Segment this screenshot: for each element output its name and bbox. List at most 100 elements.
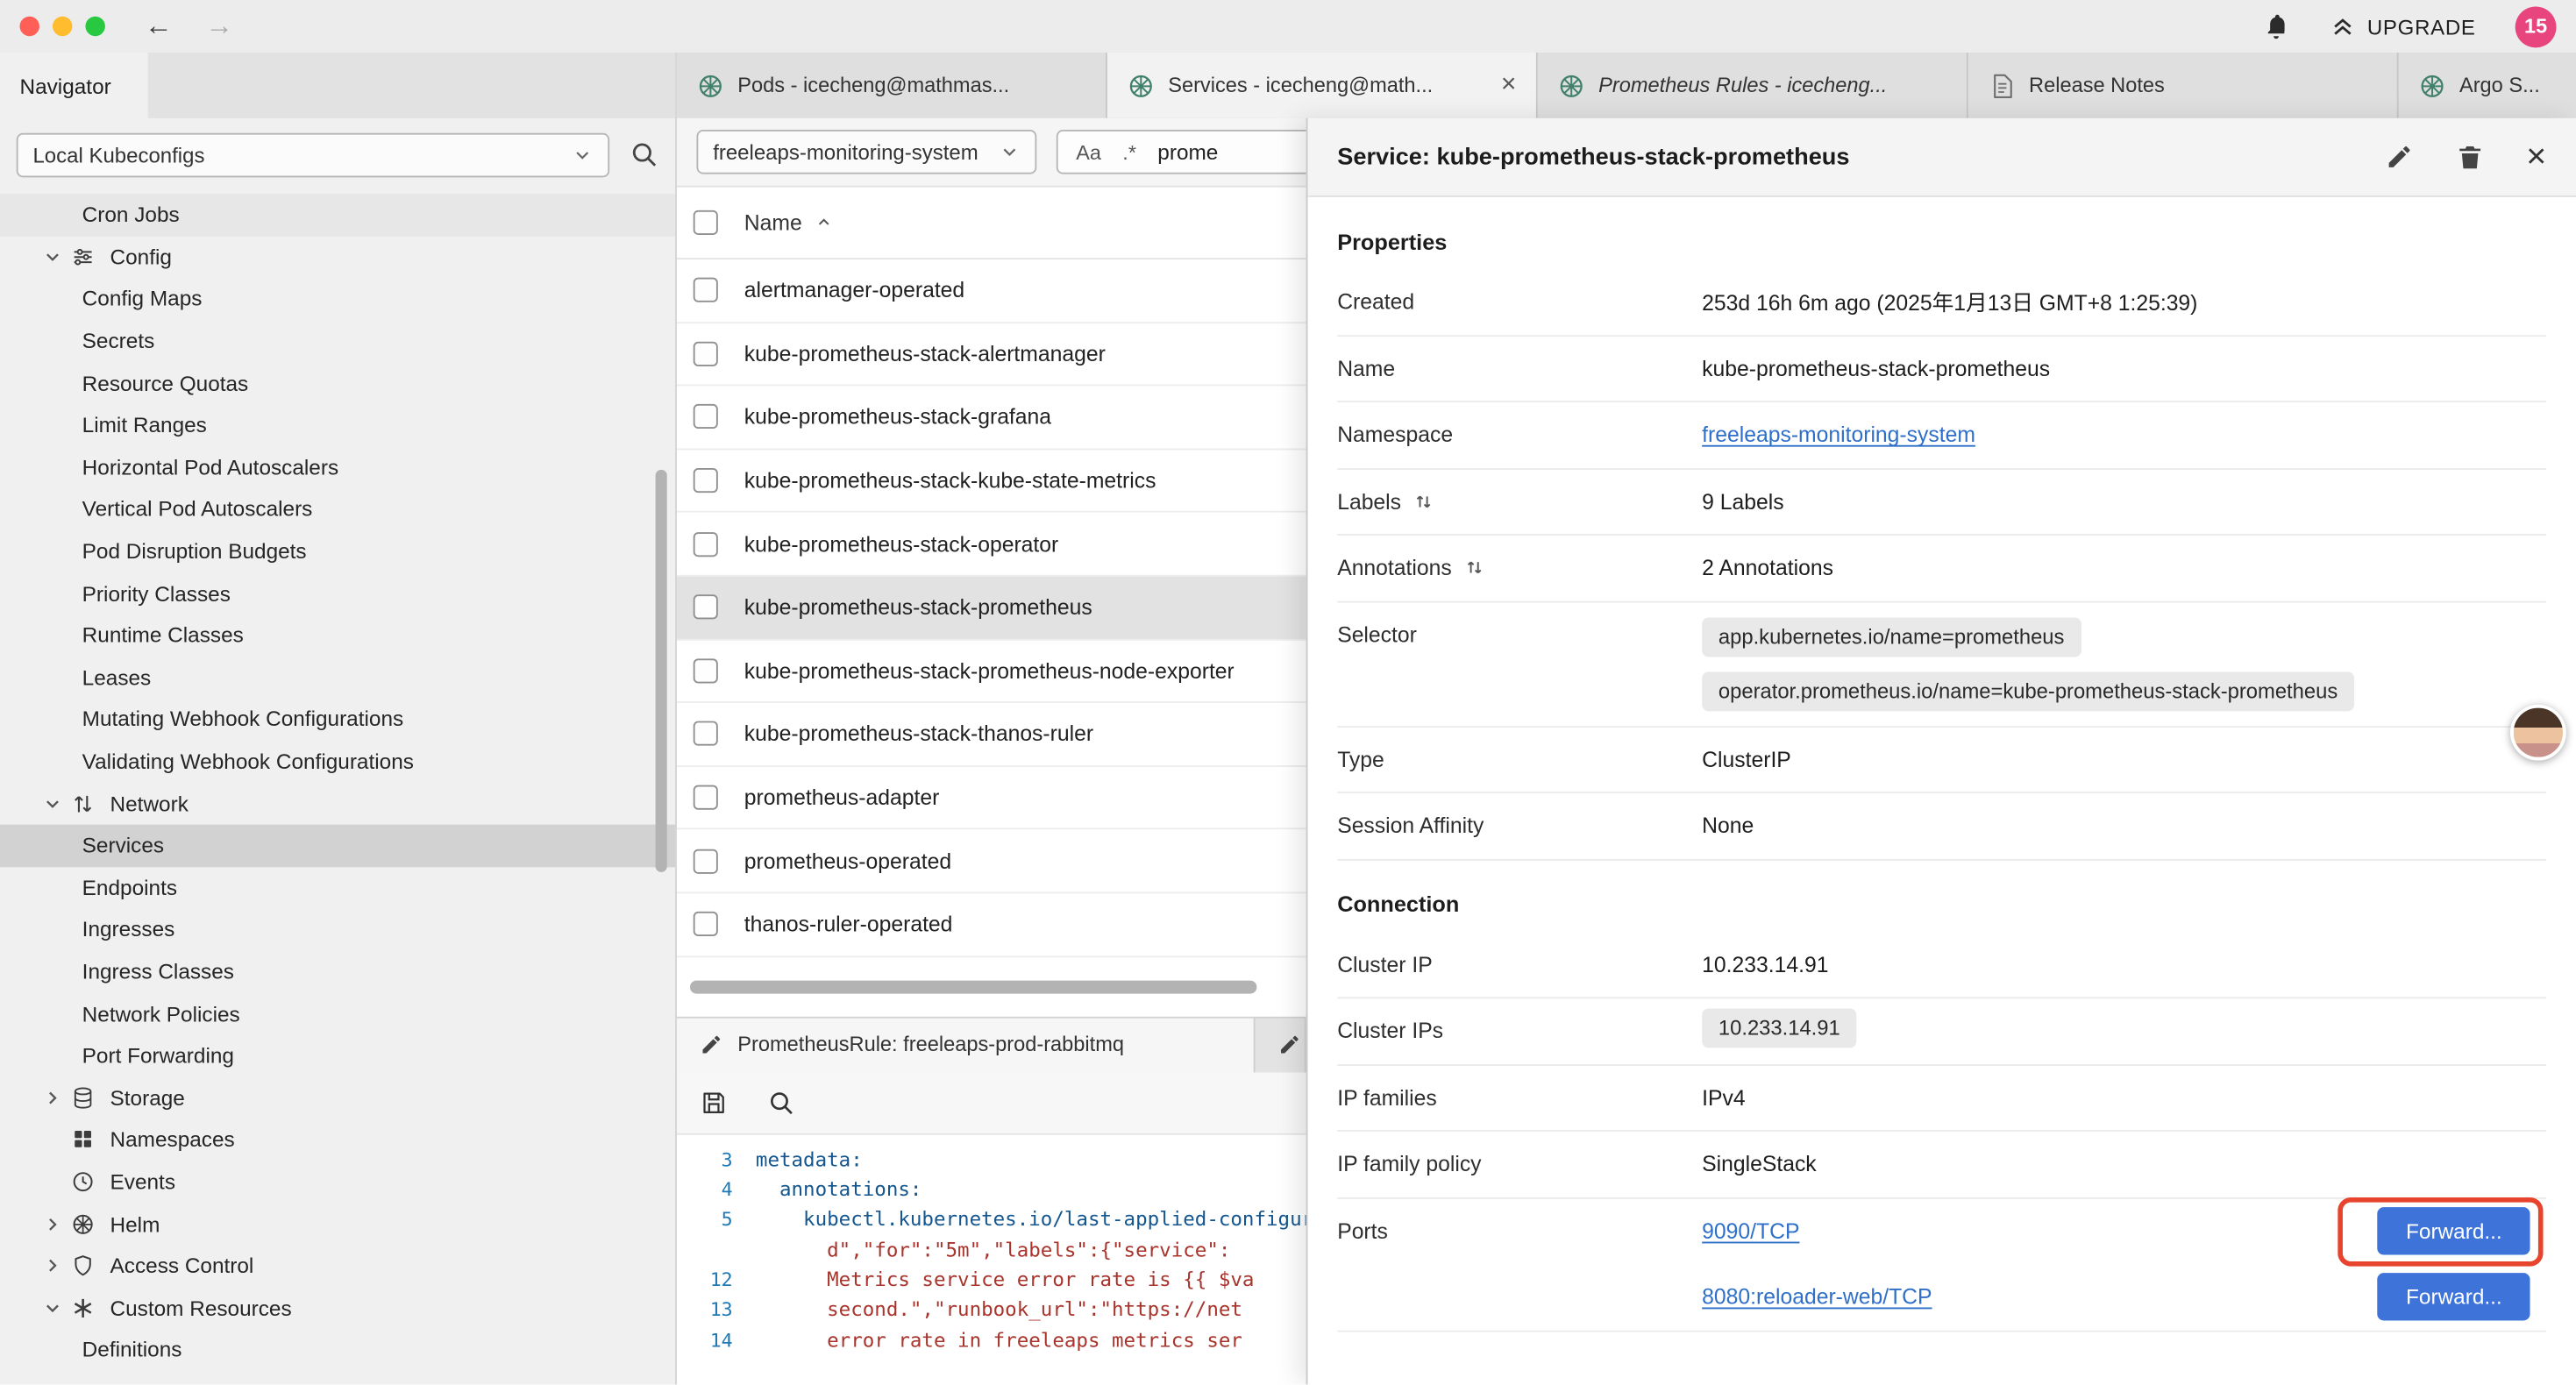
table-row-prometheus-adapter[interactable]: prometheus-adapter [677, 767, 1306, 830]
port-link[interactable]: 8080:reloader-web/TCP [1702, 1284, 1932, 1309]
sidebar-item-horizontal-pod-autoscalers[interactable]: Horizontal Pod Autoscalers [0, 446, 675, 488]
sidebar-item-port-forwarding[interactable]: Port Forwarding [0, 1034, 675, 1076]
search-input[interactable]: Aa .* prome [1057, 130, 1306, 174]
chevron-down-icon[interactable] [39, 792, 66, 813]
sidebar-item-endpoints[interactable]: Endpoints [0, 866, 675, 908]
table-row-kube-prometheus-stack-thanos-ruler[interactable]: kube-prometheus-stack-thanos-ruler [677, 703, 1306, 766]
table-row-kube-prometheus-stack-operator[interactable]: kube-prometheus-stack-operator [677, 513, 1306, 576]
chevron-down-icon[interactable] [39, 1297, 66, 1318]
row-checkbox[interactable] [694, 342, 718, 366]
sidebar-item-namespaces[interactable]: Namespaces [0, 1119, 675, 1161]
regex-toggle[interactable]: .* [1122, 140, 1136, 163]
close-icon[interactable]: × [2526, 139, 2546, 174]
tab-services-icecheng-math[interactable]: Services - icecheng@math...× [1107, 53, 1538, 118]
sidebar-item-priority-classes[interactable]: Priority Classes [0, 572, 675, 614]
chevron-right-icon[interactable] [39, 1213, 66, 1234]
dock-tab-2[interactable] [1256, 1018, 1306, 1072]
sidebar-item-access-control[interactable]: Access Control [0, 1245, 675, 1287]
table-row-kube-prometheus-stack-grafana[interactable]: kube-prometheus-stack-grafana [677, 387, 1306, 450]
tab-release-notes[interactable]: Release Notes [1968, 53, 2399, 118]
table-row-kube-prometheus-stack-kube-state-metrics[interactable]: kube-prometheus-stack-kube-state-metrics [677, 450, 1306, 513]
sidebar-item-limit-ranges[interactable]: Limit Ranges [0, 404, 675, 446]
save-icon[interactable] [700, 1088, 728, 1116]
sidebar-item-leases[interactable]: Leases [0, 657, 675, 699]
sidebar-item-custom-resources[interactable]: Custom Resources [0, 1287, 675, 1329]
tab-argo-s[interactable]: Argo S... [2399, 53, 2576, 118]
upgrade-button[interactable]: UPGRADE [2330, 13, 2476, 39]
row-checkbox[interactable] [694, 658, 718, 683]
zoom-window-button[interactable] [85, 17, 104, 36]
notification-badge[interactable]: 15 [2516, 6, 2557, 47]
minimize-window-button[interactable] [53, 17, 72, 36]
table-row-thanos-ruler-operated[interactable]: thanos-ruler-operated [677, 893, 1306, 956]
sidebar-item-definitions[interactable]: Definitions [0, 1329, 675, 1371]
line-number: 13 [677, 1295, 756, 1325]
chevron-down-icon[interactable] [39, 246, 66, 267]
table-row-kube-prometheus-stack-prometheus[interactable]: kube-prometheus-stack-prometheus [677, 577, 1306, 640]
dock-tab-prometheusrule-freeleaps-prod-rabbitmq[interactable]: PrometheusRule: freeleaps-prod-rabbitmq [677, 1018, 1256, 1072]
sidebar-item-pod-disruption-budgets[interactable]: Pod Disruption Budgets [0, 530, 675, 572]
select-all-checkbox[interactable] [694, 210, 718, 235]
search-icon[interactable] [767, 1088, 795, 1116]
row-checkbox[interactable] [694, 531, 718, 556]
navigator-panel-tab[interactable]: Navigator [0, 53, 148, 118]
row-checkbox[interactable] [694, 278, 718, 302]
match-case-toggle[interactable]: Aa [1076, 140, 1101, 163]
close-window-button[interactable] [19, 17, 39, 36]
code-line: 4 annotations: [677, 1175, 1306, 1204]
avatar[interactable] [2510, 705, 2566, 761]
property-row-ip-families: IP familiesIPv4 [1337, 1065, 2546, 1132]
sidebar-scrollbar[interactable] [656, 470, 667, 872]
row-checkbox[interactable] [694, 468, 718, 493]
notifications-bell-icon[interactable] [2262, 12, 2290, 40]
service-name: prometheus-adapter [744, 785, 940, 810]
sidebar-item-cron-jobs[interactable]: Cron Jobs [0, 194, 675, 236]
name-column-header[interactable]: Name [744, 210, 835, 235]
sidebar-item-mutating-webhook-configurations[interactable]: Mutating Webhook Configurations [0, 699, 675, 741]
row-checkbox[interactable] [694, 721, 718, 746]
chevron-right-icon[interactable] [39, 1087, 66, 1108]
sidebar-item-services[interactable]: Services [0, 824, 675, 866]
back-arrow-icon[interactable]: ← [145, 10, 173, 42]
sidebar-item-events[interactable]: Events [0, 1161, 675, 1203]
close-tab-icon[interactable]: × [1501, 72, 1517, 98]
sidebar-item-ingress-classes[interactable]: Ingress Classes [0, 950, 675, 992]
table-row-prometheus-operated[interactable]: prometheus-operated [677, 830, 1306, 893]
sidebar-item-secrets[interactable]: Secrets [0, 320, 675, 362]
row-checkbox[interactable] [694, 912, 718, 936]
sidebar-item-config[interactable]: Config [0, 236, 675, 278]
sidebar-item-network-policies[interactable]: Network Policies [0, 992, 675, 1034]
row-checkbox[interactable] [694, 785, 718, 810]
table-row-kube-prometheus-stack-prometheus-node-ex[interactable]: kube-prometheus-stack-prometheus-node-ex… [677, 640, 1306, 703]
row-checkbox[interactable] [694, 405, 718, 430]
sidebar-item-resource-quotas[interactable]: Resource Quotas [0, 362, 675, 404]
sidebar-item-ingresses[interactable]: Ingresses [0, 908, 675, 950]
chevron-right-icon[interactable] [39, 1255, 66, 1276]
port-link[interactable]: 9090/TCP [1702, 1218, 1799, 1243]
table-row-alertmanager-operated[interactable]: alertmanager-operated [677, 259, 1306, 323]
row-checkbox[interactable] [694, 595, 718, 620]
sidebar-item-network[interactable]: Network [0, 782, 675, 824]
namespace-selector[interactable]: freeleaps-monitoring-system [696, 130, 1036, 174]
tab-pods-icecheng-mathmas[interactable]: Pods - icecheng@mathmas... [677, 53, 1107, 118]
namespaces-icon [71, 1127, 96, 1152]
kubeconfig-selector[interactable]: Local Kubeconfigs [17, 132, 609, 177]
namespace-link[interactable]: freeleaps-monitoring-system [1702, 423, 1975, 447]
forward-button[interactable]: Forward... [2378, 1207, 2530, 1254]
table-row-kube-prometheus-stack-alertmanager[interactable]: kube-prometheus-stack-alertmanager [677, 323, 1306, 386]
search-icon[interactable] [630, 139, 659, 169]
forward-button[interactable]: Forward... [2378, 1273, 2530, 1320]
trash-icon[interactable] [2456, 143, 2484, 171]
forward-arrow-icon[interactable]: → [205, 10, 233, 42]
edit-pencil-icon[interactable] [2385, 143, 2413, 171]
sidebar-item-config-maps[interactable]: Config Maps [0, 278, 675, 320]
sidebar-item-helm[interactable]: Helm [0, 1203, 675, 1245]
yaml-editor[interactable]: 3metadata:4 annotations:5 kubectl.kubern… [677, 1134, 1306, 1385]
sidebar-item-runtime-classes[interactable]: Runtime Classes [0, 614, 675, 657]
horizontal-scrollbar[interactable] [690, 980, 1256, 993]
tab-prometheus-rules-icecheng[interactable]: Prometheus Rules - icecheng... [1538, 53, 1968, 118]
sidebar-item-storage[interactable]: Storage [0, 1076, 675, 1119]
row-checkbox[interactable] [694, 849, 718, 873]
sidebar-item-vertical-pod-autoscalers[interactable]: Vertical Pod Autoscalers [0, 488, 675, 530]
sidebar-item-validating-webhook-configurations[interactable]: Validating Webhook Configurations [0, 741, 675, 783]
